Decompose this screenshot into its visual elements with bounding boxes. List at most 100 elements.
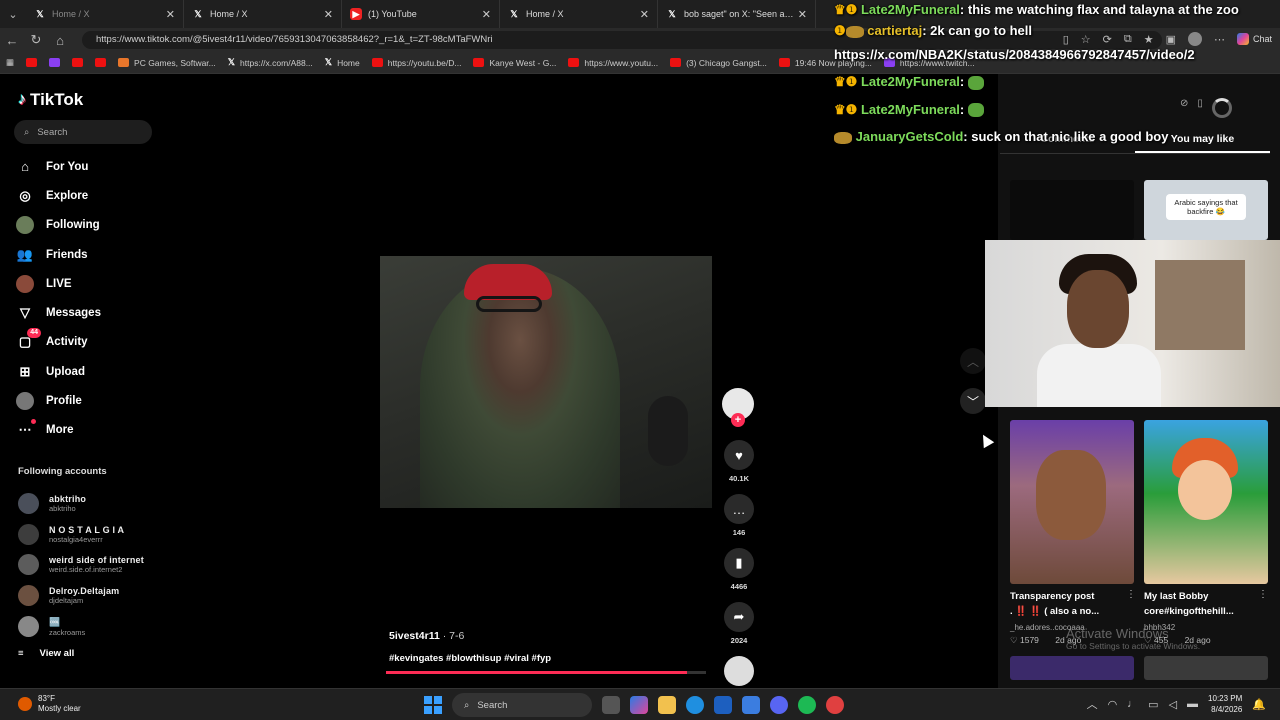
volume-icon[interactable]: ◁: [1169, 698, 1177, 711]
music-action[interactable]: [722, 656, 756, 686]
card-title[interactable]: My last Bobby: [1144, 591, 1208, 602]
bookmark-item[interactable]: https://www.youtu...: [562, 58, 664, 68]
file-explorer-icon[interactable]: [658, 696, 676, 714]
nav-following[interactable]: Following: [16, 211, 156, 240]
creator-avatar[interactable]: +: [722, 388, 754, 427]
nav-live[interactable]: LIVE: [16, 269, 156, 298]
browser-tab[interactable]: 𝕏 Home / X ✕: [26, 0, 184, 28]
nav-profile[interactable]: Profile: [16, 386, 156, 415]
discord-icon[interactable]: [770, 696, 788, 714]
nav-for-you[interactable]: ⌂ For You: [16, 152, 156, 181]
nav-messages[interactable]: ▽ Messages: [16, 298, 156, 327]
recommended-thumbnail[interactable]: [1010, 420, 1134, 584]
browser-tab[interactable]: 𝕏 Home / X ✕: [184, 0, 342, 28]
home-icon[interactable]: ⌂: [48, 33, 72, 48]
search-input[interactable]: ⌕ Search: [14, 120, 152, 144]
bookmark-item[interactable]: https://youtu.be/D...: [366, 58, 468, 68]
recommended-thumbnail[interactable]: [1010, 180, 1134, 240]
network-icon[interactable]: ◠: [1108, 698, 1118, 711]
recommended-thumbnail[interactable]: [1144, 420, 1268, 584]
bookmark-youtube[interactable]: [89, 58, 112, 67]
outlook-icon[interactable]: [742, 696, 760, 714]
video-player[interactable]: [380, 256, 712, 508]
like-action[interactable]: ♥ 40.1K: [722, 440, 756, 483]
bookmark-twitch[interactable]: [43, 58, 66, 67]
store-icon[interactable]: [714, 696, 732, 714]
spotify-icon[interactable]: [798, 696, 816, 714]
view-all-button[interactable]: ≡ View all: [18, 648, 74, 659]
share-action[interactable]: ➦ 2024: [722, 602, 756, 645]
taskbar-search[interactable]: ⌕ Search: [452, 693, 592, 717]
nav-activity[interactable]: ▢ 44 Activity: [16, 328, 156, 357]
follow-plus-icon[interactable]: +: [731, 413, 745, 427]
tab-title: Home / X: [210, 9, 248, 19]
battery-icon[interactable]: ▬: [1187, 698, 1198, 710]
back-icon[interactable]: ←: [0, 33, 24, 48]
reload-icon[interactable]: ↻: [24, 32, 48, 48]
music-disc-icon[interactable]: [724, 656, 754, 686]
copilot-app-icon[interactable]: [630, 696, 648, 714]
video-microphone: [648, 396, 688, 466]
following-account[interactable]: 🆒 zackroams: [18, 611, 158, 642]
following-account[interactable]: N O S T A L G I Anostalgia4everrr: [18, 519, 158, 550]
edge-browser-icon[interactable]: [686, 696, 704, 714]
bookmark-icon[interactable]: ▮: [724, 548, 754, 578]
browser-tab[interactable]: 𝕏 bob saget" on X: "Seen a fat stud ✕: [658, 0, 816, 28]
chat-message: JanuaryGetsCold: suck on that nic like a…: [834, 125, 1280, 149]
card-menu-icon[interactable]: ⋮: [1126, 589, 1136, 600]
nav-friends[interactable]: 👥 Friends: [16, 240, 156, 269]
close-tab-icon[interactable]: ✕: [640, 8, 649, 21]
recommended-thumbnail[interactable]: [1144, 656, 1268, 680]
clock-time: 10:23 PM: [1208, 694, 1243, 703]
nav-more[interactable]: ⋯ More: [16, 416, 156, 445]
browser-tab[interactable]: ▶ (1) YouTube ✕: [342, 0, 500, 28]
microphone-icon[interactable]: ♩: [1127, 698, 1138, 710]
bookmark-youtube[interactable]: [66, 58, 89, 67]
recommended-thumbnail[interactable]: Arabic sayings that backfire 😂: [1144, 180, 1268, 240]
recommended-thumbnail[interactable]: [1010, 656, 1134, 680]
comment-action[interactable]: … 146: [722, 494, 756, 537]
card-title[interactable]: Transparency post: [1010, 591, 1094, 602]
tray-chevron-up-icon[interactable]: ︿: [1087, 696, 1098, 712]
clock[interactable]: 10:23 PM 8/4/2026: [1208, 693, 1242, 715]
obs-icon[interactable]: [826, 696, 844, 714]
weather-widget[interactable]: 83°F Mostly clear: [18, 694, 81, 714]
video-hashtags[interactable]: #kevingates #blowthisup #viral #fyp: [389, 653, 551, 664]
bookmark-item[interactable]: 𝕏https://x.com/A88...: [222, 57, 319, 68]
close-tab-icon[interactable]: ✕: [166, 8, 175, 21]
weather-alert-icon: [18, 697, 32, 711]
heart-icon[interactable]: ♥: [724, 440, 754, 470]
bookmark-item[interactable]: Kanye West - G...: [467, 58, 562, 68]
bookmark-youtube[interactable]: [20, 58, 43, 67]
card-subtitle: core#kingofthehill...: [1144, 606, 1234, 617]
account-handle: nostalgia4everrr: [49, 534, 103, 544]
following-account[interactable]: Delroy.Deltajam djdeltajam: [18, 580, 158, 611]
display-icon[interactable]: ▭: [1148, 698, 1158, 711]
close-tab-icon[interactable]: ✕: [482, 8, 491, 21]
video-progress-bar[interactable]: [386, 671, 706, 674]
bookmark-item[interactable]: (3) Chicago Gangst...: [664, 58, 773, 68]
save-action[interactable]: ▮ 4466: [722, 548, 756, 591]
previous-video-chevron-up-icon[interactable]: ︿: [960, 348, 986, 374]
comment-icon[interactable]: …: [724, 494, 754, 524]
tiktok-logo[interactable]: ♪ TikTok: [18, 90, 83, 110]
following-account[interactable]: abktriho abktriho: [18, 488, 158, 519]
browser-tab[interactable]: 𝕏 Home / X ✕: [500, 0, 658, 28]
tab-actions-chevron-icon[interactable]: ⌄: [0, 0, 26, 28]
windows-start-icon[interactable]: [424, 696, 442, 714]
video-author[interactable]: 5ivest4r11 · 7-6: [389, 630, 464, 642]
share-count: 2024: [730, 636, 748, 645]
task-view-icon[interactable]: [602, 696, 620, 714]
close-tab-icon[interactable]: ✕: [798, 8, 807, 21]
notifications-bell-icon[interactable]: 🔔: [1252, 698, 1266, 711]
close-tab-icon[interactable]: ✕: [324, 8, 333, 21]
share-arrow-icon[interactable]: ➦: [724, 602, 754, 632]
bookmark-item[interactable]: PC Games, Softwar...: [112, 58, 222, 68]
card-menu-icon[interactable]: ⋮: [1258, 589, 1268, 600]
nav-explore[interactable]: ◎ Explore: [16, 181, 156, 210]
following-account[interactable]: weird side of internet weird.side.of.inte…: [18, 550, 158, 581]
nav-upload[interactable]: ⊞ Upload: [16, 357, 156, 386]
next-video-chevron-down-icon[interactable]: ﹀: [960, 388, 986, 414]
bookmark-item[interactable]: 𝕏 Home: [319, 57, 366, 68]
bookmark-apps[interactable]: ▦: [0, 57, 20, 68]
